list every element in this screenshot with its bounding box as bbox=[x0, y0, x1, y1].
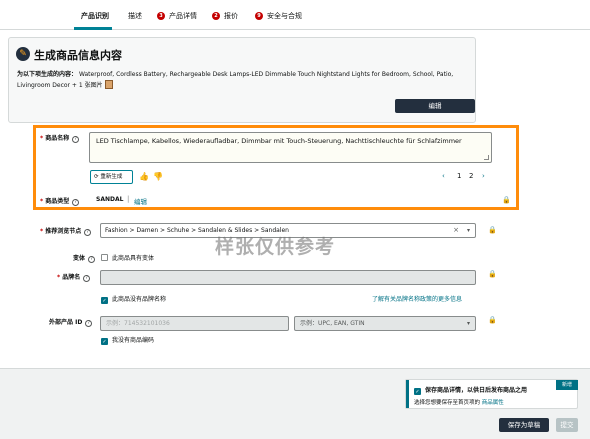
chevron-down-icon[interactable]: ▾ bbox=[467, 224, 470, 237]
brand-policy-link[interactable]: 了解有关品牌名称政策的更多信息 bbox=[372, 294, 462, 303]
help-icon[interactable]: ? bbox=[83, 275, 91, 282]
checkbox-label: 此商品具有变体 bbox=[112, 255, 155, 262]
regen-label: 重新生成 bbox=[100, 174, 123, 180]
tab-label: 产品详情 bbox=[169, 12, 197, 20]
panel-description: 为以下项生成的内容： Waterproof, Cordless Battery,… bbox=[17, 69, 467, 91]
external-id-type-select[interactable]: 示例：UPC, EAN, GTIN ▾ bbox=[294, 316, 476, 331]
notice-title: 保存商品详情，以供日后发布商品之用 bbox=[425, 387, 528, 394]
notice-accent-bar bbox=[406, 380, 409, 408]
label-text: 商品类型 bbox=[45, 198, 70, 205]
desc-prefix: 为以下项生成的内容： bbox=[17, 71, 78, 78]
checkbox-label: 我没有商品编码 bbox=[112, 337, 155, 344]
lock-icon: 🔒 bbox=[502, 196, 511, 204]
label-text: 商品名称 bbox=[45, 135, 70, 142]
external-id-label: 外部产品 ID? bbox=[49, 317, 93, 327]
brand-label: * 品牌名? bbox=[57, 272, 91, 282]
no-brand-checkbox-row[interactable]: ✓ 此商品没有品牌名称 bbox=[101, 294, 166, 304]
tab-bar: 产品识别 描述 3 产品详情 2 报价 9 安全与合规 bbox=[0, 0, 590, 30]
panel-title: 生成商品信息内容 bbox=[34, 49, 122, 62]
save-draft-button[interactable]: 保存为草稿 bbox=[499, 418, 549, 432]
lock-icon: 🔒 bbox=[488, 316, 497, 324]
product-name-label: * 商品名称? bbox=[40, 133, 80, 143]
help-icon[interactable]: ? bbox=[84, 229, 92, 236]
type-placeholder: 示例：UPC, EAN, GTIN bbox=[300, 320, 365, 327]
variation-checkbox-row[interactable]: 此商品具有变体 bbox=[101, 253, 154, 262]
product-attributes-link[interactable]: 商品属性 bbox=[482, 400, 504, 406]
variation-label: 变体? bbox=[73, 253, 96, 263]
tab-label: 描述 bbox=[128, 12, 142, 20]
label-text: 品牌名 bbox=[62, 274, 81, 281]
brand-input[interactable] bbox=[100, 270, 476, 285]
browse-node-label: * 推荐浏览节点? bbox=[40, 226, 92, 236]
sample-watermark: 样张仅供参考 bbox=[215, 236, 336, 258]
thumbs-down-icon[interactable]: 👎 bbox=[153, 172, 163, 181]
label-text: 推荐浏览节点 bbox=[45, 228, 82, 235]
variation-checkbox[interactable] bbox=[101, 254, 108, 261]
image-thumbnail[interactable] bbox=[104, 80, 113, 89]
error-count-badge: 3 bbox=[157, 12, 165, 20]
regenerate-button[interactable]: ⟳ 重新生成 bbox=[90, 170, 133, 184]
page-2[interactable]: 2 bbox=[469, 172, 473, 180]
generate-listing-panel: ✎ 生成商品信息内容 为以下项生成的内容： Waterproof, Cordle… bbox=[8, 37, 476, 123]
checkbox-label: 此商品没有品牌名称 bbox=[112, 296, 167, 303]
product-type-value: SANDAL bbox=[96, 196, 124, 203]
tab-label: 产品识别 bbox=[81, 12, 109, 20]
thumbs-up-icon[interactable]: 👍 bbox=[139, 172, 149, 181]
tab-label: 报价 bbox=[224, 12, 238, 20]
save-details-notice: ✓ 保存商品详情，以供日后发布商品之用 选择您想要保存至首页项的 商品属性 bbox=[405, 379, 578, 409]
help-icon[interactable]: ? bbox=[72, 199, 80, 206]
error-count-badge: 2 bbox=[212, 12, 220, 20]
notice-text-row: 选择您想要保存至首页项的 商品属性 bbox=[414, 398, 504, 406]
error-count-badge: 9 bbox=[255, 12, 263, 20]
notice-text: 选择您想要保存至首页项的 bbox=[414, 400, 481, 406]
resize-handle[interactable] bbox=[484, 155, 489, 160]
no-code-checkbox[interactable]: ✓ bbox=[101, 338, 108, 345]
tab-offer[interactable]: 2 报价 bbox=[212, 11, 238, 21]
active-tab-indicator bbox=[74, 27, 112, 30]
divider: | bbox=[127, 195, 130, 203]
notice-title-row[interactable]: ✓ 保存商品详情，以供日后发布商品之用 bbox=[414, 385, 527, 395]
submit-button[interactable]: 提交 bbox=[556, 418, 578, 432]
help-icon[interactable]: ? bbox=[72, 136, 80, 143]
product-name-textarea[interactable]: LED Tischlampe, Kabellos, Wiederaufladba… bbox=[89, 132, 492, 163]
product-name-value: LED Tischlampe, Kabellos, Wiederaufladba… bbox=[96, 137, 462, 145]
chevron-down-icon: ▾ bbox=[466, 320, 470, 327]
clear-icon[interactable]: × bbox=[453, 224, 459, 237]
tab-label: 安全与合规 bbox=[267, 12, 302, 20]
tab-description[interactable]: 描述 bbox=[128, 11, 142, 21]
external-id-input[interactable]: 示例：714532101036 bbox=[100, 316, 289, 331]
no-code-checkbox-row[interactable]: ✓ 我没有商品编码 bbox=[101, 335, 154, 345]
refresh-icon: ⟳ bbox=[94, 174, 99, 180]
label-text: 外部产品 ID bbox=[49, 319, 83, 326]
help-icon[interactable]: ? bbox=[85, 320, 93, 327]
help-icon[interactable]: ? bbox=[88, 256, 96, 263]
new-badge: 新增 bbox=[556, 380, 578, 390]
product-type-label: * 商品类型? bbox=[40, 196, 80, 206]
prev-page-button[interactable]: ‹ bbox=[442, 172, 445, 180]
tab-product-identity[interactable]: 产品识别 bbox=[81, 11, 109, 21]
lock-icon: 🔒 bbox=[488, 226, 497, 234]
label-text: 变体 bbox=[73, 255, 86, 262]
no-brand-checkbox[interactable]: ✓ bbox=[101, 297, 108, 304]
edit-button[interactable]: 编辑 bbox=[395, 99, 475, 113]
lock-icon: 🔒 bbox=[488, 270, 497, 278]
desc-text: Waterproof, Cordless Battery, Rechargeab… bbox=[17, 71, 454, 89]
magic-wand-icon: ✎ bbox=[16, 47, 30, 61]
tab-safety-compliance[interactable]: 9 安全与合规 bbox=[255, 11, 302, 21]
save-details-checkbox[interactable]: ✓ bbox=[414, 388, 421, 395]
edit-product-type-link[interactable]: 编辑 bbox=[134, 196, 147, 206]
tab-product-details[interactable]: 3 产品详情 bbox=[157, 11, 197, 21]
next-page-button[interactable]: › bbox=[482, 172, 485, 180]
page-1[interactable]: 1 bbox=[457, 172, 461, 180]
